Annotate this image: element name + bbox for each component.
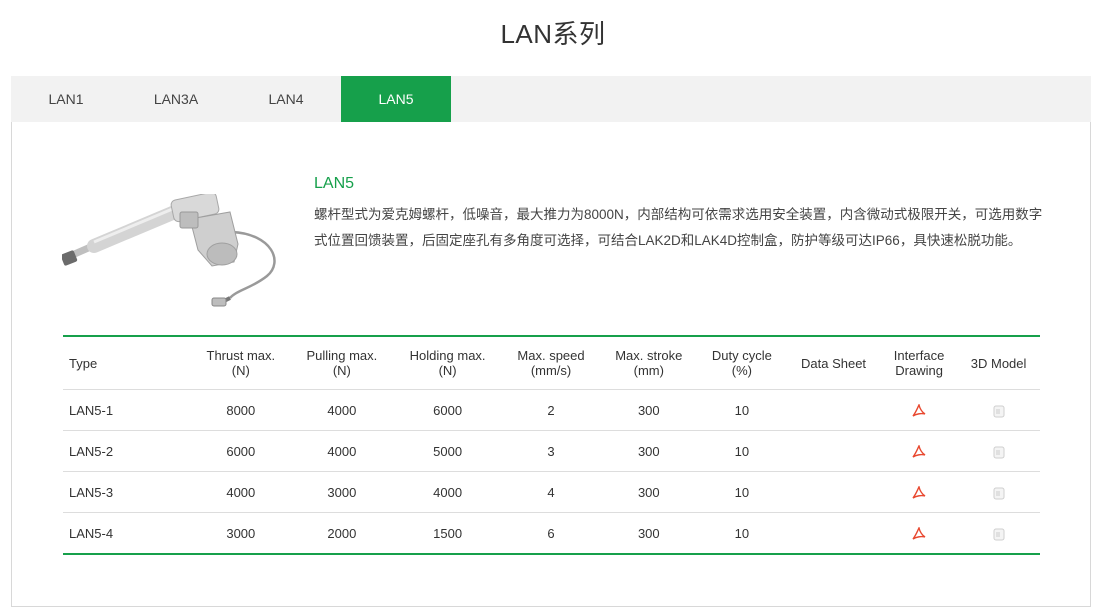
cell-type: LAN5-2 bbox=[63, 430, 191, 472]
cell-3d-model bbox=[957, 430, 1040, 472]
table-row: LAN5-4 3000 2000 1500 6 300 10 bbox=[63, 512, 1040, 554]
pdf-icon[interactable] bbox=[912, 443, 926, 458]
cell-thrust: 6000 bbox=[191, 430, 291, 472]
cell-interface-drawing bbox=[881, 512, 958, 554]
3d-model-icon[interactable] bbox=[992, 525, 1006, 541]
page-title: LAN系列 bbox=[500, 19, 606, 49]
pdf-icon[interactable] bbox=[912, 402, 926, 417]
table-row: LAN5-1 8000 4000 6000 2 300 10 bbox=[63, 389, 1040, 431]
cell-speed: 6 bbox=[502, 512, 600, 554]
cell-stroke: 300 bbox=[599, 512, 698, 554]
cell-speed: 2 bbox=[502, 389, 600, 431]
cell-type: LAN5-3 bbox=[63, 471, 191, 513]
cell-data-sheet bbox=[786, 430, 882, 472]
cell-interface-drawing bbox=[881, 471, 958, 513]
header-duty: Duty cycle (%) bbox=[711, 348, 772, 378]
product-panel: LAN5 螺杆型式为爱克姆螺杆，低噪音，最大推力为8000N，内部结构可依需求选… bbox=[11, 122, 1091, 607]
header-data-sheet: Data Sheet bbox=[801, 355, 867, 371]
header-pulling: Pulling max. (N) bbox=[306, 348, 378, 378]
header-3d-model: 3D Model bbox=[970, 355, 1027, 371]
header-stroke: Max. stroke (mm) bbox=[615, 348, 683, 378]
cell-stroke: 300 bbox=[599, 389, 698, 431]
header-interface-drawing: Interface Drawing bbox=[893, 348, 945, 378]
cell-data-sheet bbox=[786, 512, 882, 554]
cell-duty: 10 bbox=[697, 512, 787, 554]
cell-3d-model bbox=[957, 512, 1040, 554]
cell-pulling: 4000 bbox=[290, 430, 394, 472]
product-title: LAN5 bbox=[314, 175, 355, 192]
product-description: 螺杆型式为爱克姆螺杆，低噪音，最大推力为8000N，内部结构可依需求选用安全装置… bbox=[314, 207, 1043, 248]
cell-thrust: 4000 bbox=[191, 471, 291, 513]
product-image bbox=[60, 191, 292, 314]
header-speed: Max. speed (mm/s) bbox=[517, 348, 585, 378]
header-type: Type bbox=[69, 355, 98, 371]
cell-speed: 3 bbox=[502, 430, 600, 472]
cell-pulling: 2000 bbox=[290, 512, 394, 554]
series-tab-bar: LAN1 LAN3A LAN4 LAN5 bbox=[11, 76, 1091, 124]
spec-table: Type Thrust max. (N) Pulling max. (N) Hold… bbox=[63, 335, 1040, 555]
cell-duty: 10 bbox=[697, 430, 787, 472]
cell-duty: 10 bbox=[697, 471, 787, 513]
cell-stroke: 300 bbox=[599, 471, 698, 513]
cell-holding: 4000 bbox=[393, 471, 503, 513]
cell-speed: 4 bbox=[502, 471, 600, 513]
cell-type: LAN5-1 bbox=[63, 389, 191, 431]
cell-data-sheet bbox=[786, 389, 882, 431]
cell-3d-model bbox=[957, 471, 1040, 513]
pdf-icon[interactable] bbox=[912, 484, 926, 499]
cell-pulling: 4000 bbox=[290, 389, 394, 431]
table-row: LAN5-2 6000 4000 5000 3 300 10 bbox=[63, 430, 1040, 472]
table-row: LAN5-3 4000 3000 4000 4 300 10 bbox=[63, 471, 1040, 513]
cell-thrust: 3000 bbox=[191, 512, 291, 554]
cell-data-sheet bbox=[786, 471, 882, 513]
cell-3d-model bbox=[957, 389, 1040, 431]
cell-stroke: 300 bbox=[599, 430, 698, 472]
tab-lan1[interactable]: LAN1 bbox=[11, 76, 121, 122]
tab-lan5[interactable]: LAN5 bbox=[341, 76, 451, 122]
cell-interface-drawing bbox=[881, 430, 958, 472]
cell-duty: 10 bbox=[697, 389, 787, 431]
3d-model-icon[interactable] bbox=[992, 484, 1006, 500]
tab-lan3a[interactable]: LAN3A bbox=[121, 76, 231, 122]
tab-lan4[interactable]: LAN4 bbox=[231, 76, 341, 122]
table-header-row: Type Thrust max. (N) Pulling max. (N) Hold… bbox=[63, 336, 1040, 390]
pdf-icon[interactable] bbox=[912, 525, 926, 540]
cell-holding: 5000 bbox=[393, 430, 503, 472]
cell-pulling: 3000 bbox=[290, 471, 394, 513]
cell-interface-drawing bbox=[881, 389, 958, 431]
cell-holding: 6000 bbox=[393, 389, 503, 431]
header-holding: Holding max. (N) bbox=[409, 348, 486, 378]
cell-holding: 1500 bbox=[393, 512, 503, 554]
3d-model-icon[interactable] bbox=[992, 443, 1006, 459]
header-thrust: Thrust max. (N) bbox=[206, 348, 276, 378]
3d-model-icon[interactable] bbox=[992, 402, 1006, 418]
cell-thrust: 8000 bbox=[191, 389, 291, 431]
cell-type: LAN5-4 bbox=[63, 512, 191, 554]
